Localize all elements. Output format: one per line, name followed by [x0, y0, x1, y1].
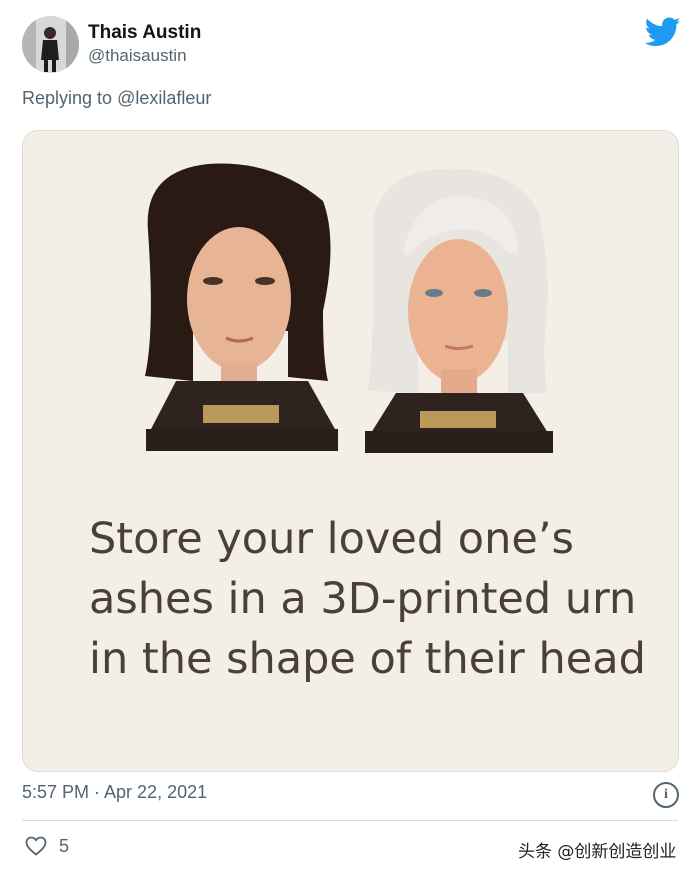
replying-to-link[interactable]: @lexilafleur: [117, 88, 211, 108]
blonde-hair-head-urn: [365, 168, 553, 453]
twitter-bird-icon[interactable]: [645, 14, 681, 50]
divider: [22, 820, 678, 821]
tweet-media-card[interactable]: Store your loved one’s ashes in a 3D-pri…: [22, 130, 679, 772]
author-name[interactable]: Thais Austin: [88, 22, 201, 44]
avatar-photo: [22, 16, 79, 73]
media-caption: Store your loved one’s ashes in a 3D-pri…: [89, 514, 646, 684]
heart-icon[interactable]: [24, 834, 48, 858]
replying-to-line: Replying to @lexilafleur: [22, 88, 211, 109]
urn-heads-image: [145, 163, 553, 453]
replying-prefix: Replying to: [22, 88, 118, 108]
author-avatar[interactable]: [22, 16, 79, 73]
dark-hair-head-urn: [145, 163, 338, 451]
like-count: 5: [59, 836, 70, 856]
info-icon[interactable]: i: [653, 782, 679, 808]
author-handle[interactable]: @thaisaustin: [88, 46, 187, 66]
tweet-timestamp[interactable]: 5:57 PM · Apr 22, 2021: [22, 782, 207, 803]
watermark: 头条 @创新创造创业: [518, 842, 677, 862]
